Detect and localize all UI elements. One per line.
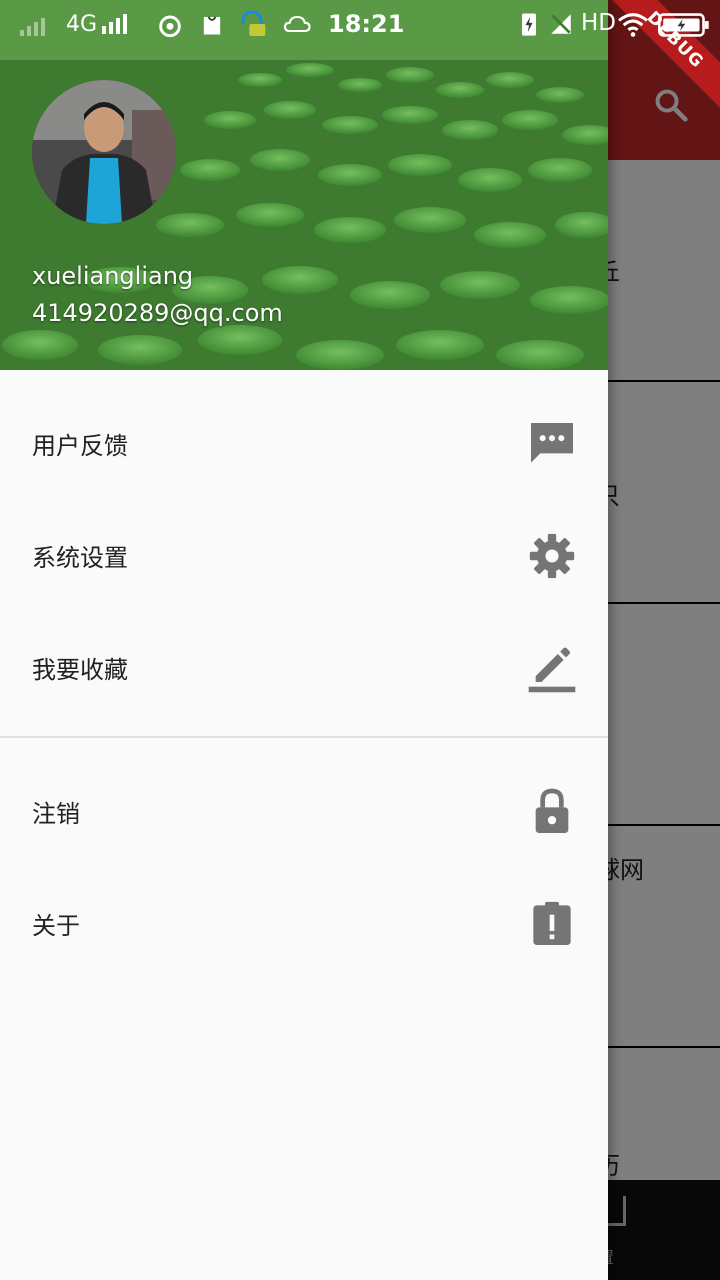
chat-notification-icon — [241, 10, 266, 36]
navigation-drawer: xueliangliang 414920289@qq.com 用户反馈 系统设置 — [0, 0, 608, 1280]
menu-item-label: 注销 — [32, 800, 80, 828]
email: 414920289@qq.com — [32, 299, 283, 327]
edit-icon — [528, 647, 576, 693]
menu-item-settings[interactable]: 系统设置 — [0, 498, 608, 610]
status-bar: 4G 18:21 HD — [0, 0, 720, 50]
avatar[interactable] — [32, 80, 176, 224]
drawer-header: xueliangliang 414920289@qq.com — [0, 0, 608, 370]
clock: 18:21 — [328, 10, 405, 38]
weather-icon — [283, 15, 311, 33]
username: xueliangliang — [32, 262, 194, 290]
battery-saver-icon — [522, 13, 536, 36]
about-icon — [533, 901, 571, 945]
menu-item-about[interactable]: 关于 — [0, 866, 608, 978]
no-sim-icon — [551, 14, 571, 34]
menu-item-label: 我要收藏 — [32, 656, 128, 684]
battery-icon — [658, 13, 709, 37]
settings-icon — [529, 533, 575, 579]
menu-item-label: 系统设置 — [32, 544, 128, 572]
hd-indicator: HD — [581, 10, 617, 36]
lock-icon — [535, 788, 569, 833]
menu-item-logout[interactable]: 注销 — [0, 754, 608, 866]
menu-item-label: 用户反馈 — [32, 432, 128, 460]
wifi-icon — [618, 13, 648, 37]
network-type: 4G — [66, 12, 98, 37]
menu-item-favorites[interactable]: 我要收藏 — [0, 610, 608, 722]
menu-item-feedback[interactable]: 用户反馈 — [0, 386, 608, 498]
menu-item-label: 关于 — [32, 912, 80, 940]
feedback-icon — [531, 423, 573, 463]
signal-icon — [20, 16, 45, 36]
menu-divider — [0, 736, 608, 738]
signal-strength-icon — [102, 14, 127, 34]
shopping-bag-icon — [203, 16, 221, 35]
squirrel-icon — [159, 15, 181, 38]
